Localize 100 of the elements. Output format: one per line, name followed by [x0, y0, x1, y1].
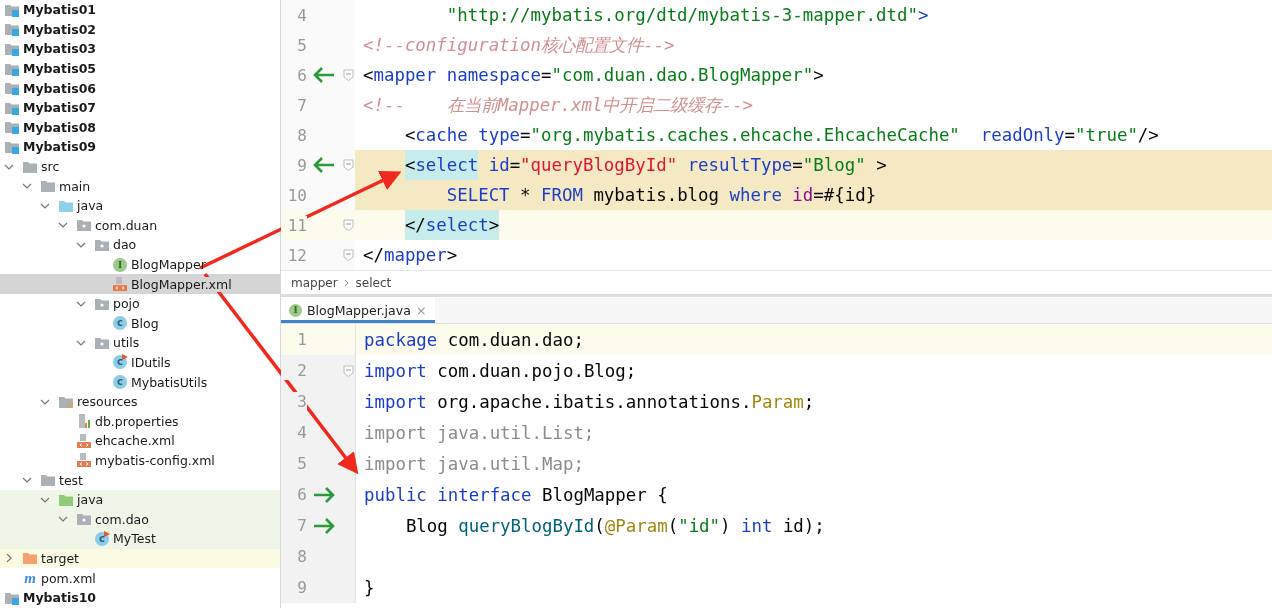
editor-tab[interactable]: I BlogMapper.java ×: [281, 297, 435, 323]
line-number: 2: [281, 361, 307, 380]
tree-item-label: BlogMapper.xml: [131, 276, 232, 292]
tree-item-label: Mybatis02: [23, 21, 97, 37]
code-line: <!-- 在当前Mapper.xml中开启二级缓存-->: [363, 94, 753, 117]
folder-icon: [22, 551, 38, 566]
code-line: SELECT * FROM mybatis.blog where id=#{id}: [445, 185, 877, 205]
tree-item[interactable]: Mybatis09: [0, 137, 280, 157]
tree-item[interactable]: test: [0, 470, 280, 490]
left-arrow-icon[interactable]: [312, 156, 336, 174]
tree-item[interactable]: Mybatis07: [0, 97, 280, 118]
tree-item-label: Mybatis07: [23, 100, 97, 116]
class-icon: c: [112, 374, 128, 391]
left-arrow-icon[interactable]: [312, 66, 336, 84]
chevron-icon[interactable]: [4, 553, 14, 564]
folder-icon: [22, 159, 38, 174]
tree-item[interactable]: BlogMapper.xml: [0, 274, 280, 294]
tree-item-label: pom.xml: [41, 570, 96, 586]
tree-item-label: MybatisUtils: [131, 374, 208, 390]
package-icon: [94, 237, 110, 252]
tree-item-label: Mybatis01: [23, 2, 97, 18]
code-line: </select>: [363, 210, 500, 240]
tree-item[interactable]: ehcache.xml: [0, 431, 280, 451]
code-line: import java.util.List;: [364, 422, 595, 443]
chevron-icon: [343, 278, 350, 287]
tree-item-label: BlogMapper: [131, 257, 206, 272]
module-icon: [4, 22, 20, 37]
code-line: Blog queryBlogById(@Param("id") int id);: [404, 515, 825, 536]
tree-item[interactable]: target: [0, 548, 280, 569]
tree-item-label: Mybatis03: [23, 41, 97, 57]
module-icon: [4, 2, 20, 17]
tree-item-label: Blog: [131, 315, 159, 331]
resources-folder-icon: [58, 394, 74, 409]
tree-item-label: utils: [113, 335, 140, 351]
tree-item-label: test: [59, 472, 83, 488]
tree-item[interactable]: c MybatisUtils: [0, 372, 280, 392]
tree-item-label: mybatis-config.xml: [95, 452, 215, 468]
module-icon: [4, 42, 20, 56]
module-icon: [4, 120, 20, 135]
xml-file-icon: [76, 452, 92, 469]
right-arrow-icon[interactable]: [312, 516, 336, 535]
tree-item[interactable]: dao: [0, 235, 280, 255]
tree-item[interactable]: Mybatis01: [0, 0, 280, 20]
tree-item[interactable]: Mybatis10: [0, 587, 280, 608]
tree-item[interactable]: com.dao: [0, 509, 280, 530]
breadcrumb[interactable]: select: [355, 275, 392, 290]
tree-item[interactable]: db.properties: [0, 411, 280, 432]
tree-item-label: resources: [77, 394, 138, 410]
code-line: import org.apache.ibatis.annotations.Param;: [364, 391, 815, 412]
module-icon: [4, 81, 20, 96]
class-icon: c: [112, 354, 128, 371]
tree-item[interactable]: utils: [0, 333, 280, 353]
tree-item[interactable]: c Blog: [0, 313, 280, 334]
class-icon: c: [112, 315, 128, 332]
code-line: <mapper namespace="com.duan.dao.BlogMapper">: [363, 65, 824, 85]
tree-item[interactable]: resources: [0, 391, 280, 412]
tree-item[interactable]: mybatis-config.xml: [0, 450, 280, 471]
module-icon: [4, 100, 20, 115]
interface-icon: I: [289, 303, 302, 317]
tree-item-label: main: [59, 178, 91, 194]
tree-item[interactable]: java: [0, 195, 280, 216]
tree-item[interactable]: c MyTest: [0, 529, 280, 549]
code-line: import com.duan.pojo.Blog;: [364, 360, 637, 381]
tree-item[interactable]: Mybatis08: [0, 117, 280, 138]
module-icon: [4, 590, 20, 605]
tree-item[interactable]: Mybatis06: [0, 78, 280, 98]
module-icon: [4, 139, 20, 154]
tree-item-label: com.dao: [95, 511, 149, 527]
tree-item[interactable]: Mybatis03: [0, 39, 280, 59]
tree-item[interactable]: Mybatis05: [0, 58, 280, 79]
tree-item[interactable]: com.duan: [0, 215, 280, 236]
code-line: package com.duan.dao;: [364, 329, 584, 350]
code-line: "http://mybatis.org/dtd/mybatis-3-mapper.dtd">: [445, 5, 929, 25]
properties-file-icon: [76, 413, 92, 430]
code-line: </mapper>: [363, 245, 458, 265]
right-arrow-icon[interactable]: [312, 485, 336, 504]
tree-item-label: src: [41, 159, 60, 175]
code-line: <cache type="org.mybatis.caches.ehcache.EhcacheCache" readOnly="true"/>: [403, 125, 1159, 145]
tree-item-label: java: [77, 198, 104, 214]
tree-item[interactable]: I BlogMapper: [0, 254, 280, 275]
module-icon: [4, 61, 20, 76]
package-icon: [94, 335, 110, 350]
tree-item[interactable]: src: [0, 156, 280, 177]
maven-icon: m: [22, 570, 38, 586]
tree-item-label: MyTest: [113, 531, 156, 547]
tree-item[interactable]: m pom.xml: [0, 568, 280, 588]
tree-item[interactable]: main: [0, 176, 280, 196]
code-line: <select id="queryBlogById" resultType="Blog" >: [363, 150, 887, 180]
code-line: public interface BlogMapper {: [364, 484, 668, 505]
tree-item-label: Mybatis05: [23, 61, 97, 77]
tree-item[interactable]: pojo: [0, 293, 280, 314]
folder-icon: [58, 198, 74, 213]
tree-item[interactable]: java: [0, 489, 280, 510]
tree-item[interactable]: c IDutils: [0, 352, 280, 373]
breadcrumb[interactable]: mapper: [291, 275, 338, 290]
tree-item[interactable]: Mybatis02: [0, 19, 280, 40]
tree-item-label: dao: [113, 237, 137, 253]
tree-item-label: Mybatis06: [23, 80, 97, 96]
tree-item-label: pojo: [113, 296, 140, 312]
interface-icon: I: [112, 256, 128, 273]
